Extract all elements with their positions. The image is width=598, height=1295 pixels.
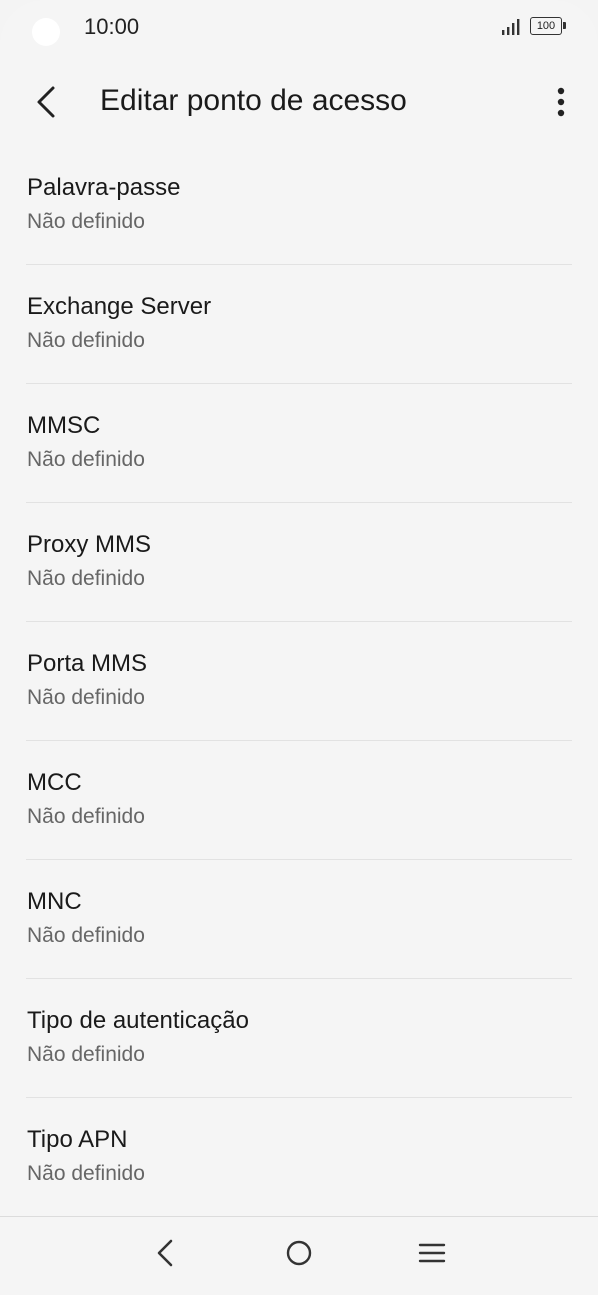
status-time: 10:00 <box>84 14 140 39</box>
setting-value: Não definido <box>27 448 145 471</box>
setting-value: Não definido <box>27 805 145 828</box>
setting-value: Não definido <box>27 1043 145 1066</box>
battery-icon: 100 <box>530 17 566 35</box>
nav-home-icon <box>286 1240 312 1266</box>
setting-value: Não definido <box>27 567 145 590</box>
signal-icon <box>502 19 520 35</box>
setting-value: Não definido <box>27 210 145 233</box>
setting-title: Tipo de autenticação <box>27 1007 249 1034</box>
status-bar: 10:00 100 <box>0 0 598 56</box>
nav-home-button[interactable] <box>279 1233 319 1273</box>
phone-screen: 10:00 100 Editar ponto de acesso Palavra… <box>0 0 598 1295</box>
more-options-button[interactable] <box>546 82 576 122</box>
setting-password[interactable]: Palavra-passe Não definido <box>26 146 572 265</box>
setting-mms-proxy[interactable]: Proxy MMS Não definido <box>26 503 572 622</box>
setting-value: Não definido <box>27 924 145 947</box>
setting-title: MCC <box>27 769 82 796</box>
nav-recents-icon <box>418 1243 446 1263</box>
setting-title: MMSC <box>27 412 101 439</box>
setting-title: Tipo APN <box>27 1126 128 1153</box>
setting-auth-type[interactable]: Tipo de autenticação Não definido <box>26 979 572 1098</box>
setting-mms-port[interactable]: Porta MMS Não definido <box>26 622 572 741</box>
nav-back-button[interactable] <box>146 1233 186 1273</box>
setting-value: Não definido <box>27 1162 145 1185</box>
setting-title: MNC <box>27 888 82 915</box>
setting-mmsc[interactable]: MMSC Não definido <box>26 384 572 503</box>
setting-exchange-server[interactable]: Exchange Server Não definido <box>26 265 572 384</box>
nav-recents-button[interactable] <box>412 1233 452 1273</box>
settings-list: Palavra-passe Não definido Exchange Serv… <box>0 146 598 1217</box>
setting-mcc[interactable]: MCC Não definido <box>26 741 572 860</box>
setting-mnc[interactable]: MNC Não definido <box>26 860 572 979</box>
navigation-bar <box>0 1216 598 1295</box>
battery-level: 100 <box>530 17 562 35</box>
app-bar: Editar ponto de acesso <box>0 64 598 140</box>
chevron-left-icon <box>37 86 55 118</box>
setting-title: Proxy MMS <box>27 531 152 558</box>
setting-title: Exchange Server <box>27 293 212 320</box>
battery-tip <box>563 22 566 29</box>
more-vertical-icon <box>557 87 565 117</box>
setting-apn-type[interactable]: Tipo APN Não definido <box>26 1098 572 1217</box>
setting-title: Palavra-passe <box>27 174 181 201</box>
camera-cutout <box>32 18 60 46</box>
page-title: Editar ponto de acesso <box>100 84 407 117</box>
setting-title: Porta MMS <box>27 650 148 677</box>
back-button[interactable] <box>26 80 70 124</box>
nav-back-icon <box>157 1239 173 1267</box>
setting-value: Não definido <box>27 686 145 709</box>
setting-value: Não definido <box>27 329 145 352</box>
